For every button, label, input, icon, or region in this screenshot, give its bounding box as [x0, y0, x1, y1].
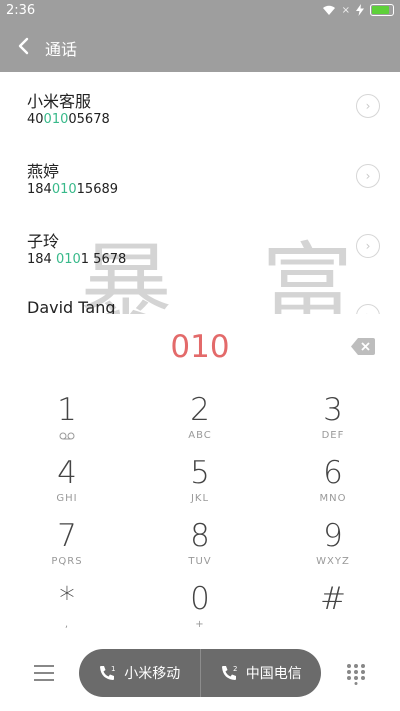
app-header: 通话 — [0, 22, 400, 72]
dial-key-hash[interactable]: # — [268, 581, 398, 641]
call-buttons: 1 小米移动 2 中国电信 — [79, 649, 321, 697]
contact-item[interactable]: 子玲 184 0101 5678 › — [0, 212, 400, 282]
contact-item[interactable]: 小米客服 4001005678 › — [0, 72, 400, 142]
contact-name: 子玲 — [27, 232, 60, 251]
info-icon[interactable]: › — [356, 164, 380, 188]
contact-list: 暴 富 小米客服 4001005678 › 燕婷 18401015689 › 子… — [0, 72, 400, 314]
battery-icon — [370, 4, 394, 16]
voicemail-icon — [59, 432, 75, 440]
dial-key-3[interactable]: 3 DEF — [268, 392, 398, 452]
dial-key-0[interactable]: 0 + — [135, 581, 265, 641]
svg-text:2: 2 — [233, 665, 237, 673]
dial-key-9[interactable]: 9 WXYZ — [268, 518, 398, 578]
dial-key-5[interactable]: 5 JKL — [135, 455, 265, 515]
info-icon[interactable]: › — [356, 94, 380, 118]
sim2-label: 中国电信 — [245, 666, 302, 682]
backspace-icon[interactable] — [351, 338, 375, 355]
dial-key-4[interactable]: 4 GHI — [2, 455, 132, 515]
dialpad-grid-icon[interactable] — [346, 663, 366, 685]
chevron-left-icon[interactable] — [14, 34, 34, 58]
bottom-bar: 1 小米移动 2 中国电信 — [0, 647, 400, 701]
status-time: 2:36 — [6, 3, 36, 18]
dial-key-1[interactable]: 1 — [2, 392, 132, 452]
contact-number: 4001005678 — [27, 112, 110, 127]
dial-key-star[interactable]: *, — [2, 581, 132, 641]
contact-item[interactable]: 燕婷 18401015689 › — [0, 142, 400, 212]
dialed-number: 010 — [170, 329, 230, 365]
signal-icon: × — [341, 4, 350, 16]
contact-name: 小米客服 — [27, 92, 92, 111]
svg-text:1: 1 — [111, 665, 115, 673]
page-title: 通话 — [45, 40, 78, 59]
dial-key-6[interactable]: 6 MNO — [268, 455, 398, 515]
sim1-label: 小米移动 — [124, 666, 181, 682]
contact-item[interactable]: David Tang › — [0, 282, 400, 314]
contact-name: David Tang — [27, 298, 116, 314]
call-sim1-button[interactable]: 1 小米移动 — [79, 649, 200, 697]
status-bar: 2:36 × — [0, 0, 400, 22]
dial-key-2[interactable]: 2 ABC — [135, 392, 265, 452]
wifi-icon — [322, 5, 335, 15]
phone-sim2-icon: 2 — [221, 665, 237, 680]
dial-key-7[interactable]: 7 PQRS — [2, 518, 132, 578]
phone-sim1-icon: 1 — [100, 665, 116, 680]
charging-icon — [356, 4, 364, 16]
contact-name: 燕婷 — [27, 162, 60, 181]
info-icon[interactable]: › — [356, 304, 380, 314]
contact-number: 18401015689 — [27, 182, 119, 197]
contact-number: 184 0101 5678 — [27, 252, 127, 267]
dial-key-8[interactable]: 8 TUV — [135, 518, 265, 578]
status-icons: × — [322, 4, 394, 16]
info-icon[interactable]: › — [356, 234, 380, 258]
call-sim2-button[interactable]: 2 中国电信 — [201, 649, 322, 697]
menu-icon[interactable] — [34, 665, 54, 683]
